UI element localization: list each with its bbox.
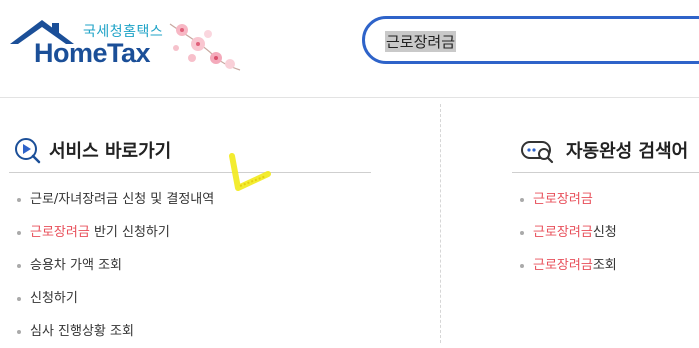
list-item[interactable]: 승용차 가액 조회 <box>9 249 214 282</box>
bullet-icon <box>520 231 524 235</box>
autocomplete-header: 자동완성 검색어 <box>512 130 699 173</box>
list-item[interactable]: 근로/자녀장려금 신청 및 결정내역 <box>9 183 214 216</box>
highlight-text: 근로장려금 <box>533 225 593 240</box>
list-item[interactable]: 신청하기 <box>9 282 214 315</box>
service-shortcuts-panel: 서비스 바로가기 근로/자녀장려금 신청 및 결정내역 근로장려금 반기 신청하… <box>9 130 371 339</box>
bullet-icon <box>17 231 21 235</box>
autocomplete-panel: 자동완성 검색어 근로장려금 근로장려금신청 근로장려금조회 <box>512 130 699 273</box>
search-input[interactable]: 근로장려금 <box>362 16 699 64</box>
column-divider <box>440 104 441 343</box>
service-shortcuts-header: 서비스 바로가기 <box>9 130 371 173</box>
list-item[interactable]: 심사 진행상황 조회 <box>9 315 214 348</box>
highlight-text: 근로장려금 <box>533 192 593 207</box>
search-query-text[interactable]: 근로장려금 <box>385 31 457 52</box>
link-text: 심사 진행상황 조회 <box>30 324 134 339</box>
yellow-check-mark-icon <box>229 153 271 191</box>
bullet-icon <box>17 297 21 301</box>
link-text: 반기 신청하기 <box>89 225 170 240</box>
bullet-icon <box>520 198 524 202</box>
bullet-icon <box>17 330 21 334</box>
cherry-blossom-icon <box>169 23 241 71</box>
link-text: 신청하기 <box>30 291 78 306</box>
list-item[interactable]: 근로장려금 반기 신청하기 <box>9 216 214 249</box>
bullet-icon <box>520 264 524 268</box>
list-item[interactable]: 근로장려금신청 <box>512 216 617 249</box>
bullet-icon <box>17 198 21 202</box>
link-text: 승용차 가액 조회 <box>30 258 122 273</box>
highlight-text: 근로장려금 <box>533 258 593 273</box>
link-text: 근로/자녀장려금 신청 및 결정내역 <box>30 192 215 207</box>
hometax-logo[interactable]: 국세청홈택스 HomeTax <box>6 18 246 78</box>
logo-english-text: HomeTax <box>34 38 151 68</box>
link-text: 신청 <box>592 225 617 240</box>
highlight-text: 근로장려금 <box>30 225 90 240</box>
header: 국세청홈택스 HomeTax 근로장려금 <box>0 0 699 98</box>
link-text: 조회 <box>592 258 617 273</box>
section-title: 자동완성 검색어 <box>566 141 689 162</box>
autocomplete-list: 근로장려금 근로장려금신청 근로장려금조회 <box>512 183 617 282</box>
list-item[interactable]: 근로장려금조회 <box>512 249 617 282</box>
chat-search-icon <box>520 141 554 164</box>
bullet-icon <box>17 264 21 268</box>
section-title: 서비스 바로가기 <box>49 141 172 162</box>
service-shortcuts-list: 근로/자녀장려금 신청 및 결정내역 근로장려금 반기 신청하기 승용차 가액 … <box>9 183 214 348</box>
play-circle-search-icon <box>15 138 41 164</box>
list-item[interactable]: 근로장려금 <box>512 183 617 216</box>
